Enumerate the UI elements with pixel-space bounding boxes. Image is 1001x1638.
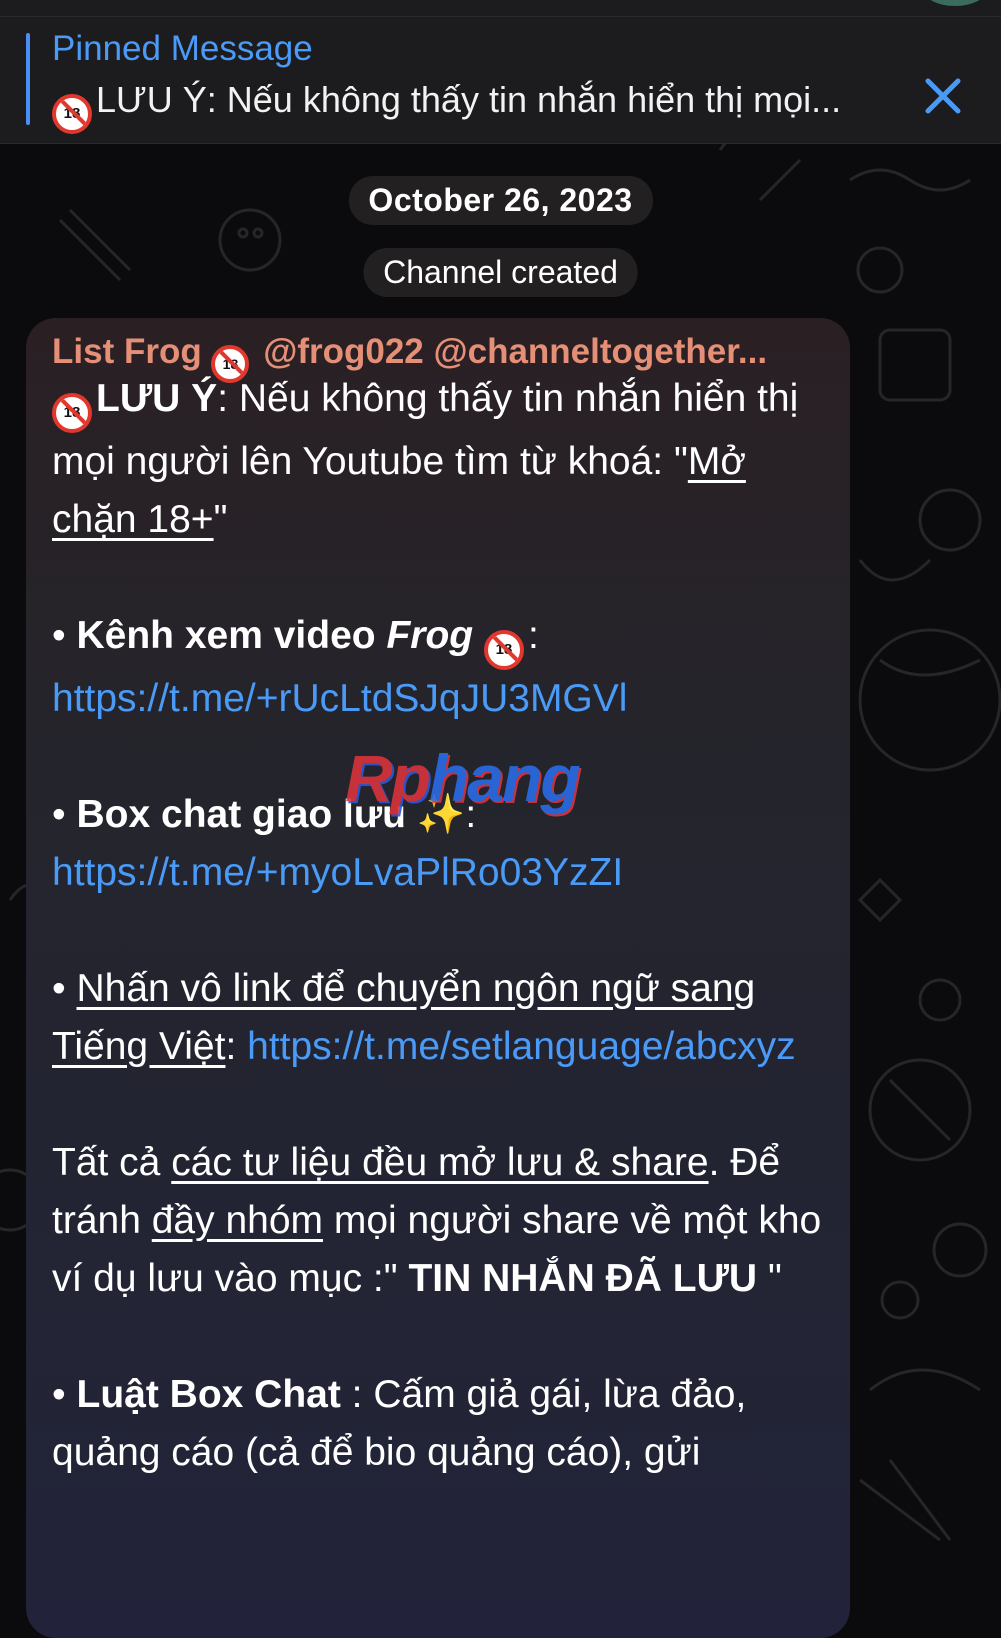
top-bar-edge bbox=[0, 0, 1001, 17]
no-under-18-icon: 18 bbox=[52, 93, 92, 134]
pinned-accent-bar bbox=[26, 33, 30, 125]
pinned-message-banner[interactable]: Pinned Message 18 LƯU Ý: Nếu không thấy t… bbox=[0, 17, 1001, 144]
box-chat-link[interactable]: https://t.me/+myoLvaPlRo03YzZI bbox=[52, 851, 623, 894]
video-channel-link[interactable]: https://t.me/+rUcLtdSJqJU3MGVl bbox=[52, 677, 627, 720]
message-paragraph-language: • Nhấn vô link để chuyển ngôn ngữ sang T… bbox=[52, 967, 796, 1068]
message-paragraph-video-channel: • Kênh xem video Frog 18: https://t.me/+… bbox=[52, 614, 628, 720]
message-text: 18 LƯU Ý: Nếu không thấy tin nhắn hiển th… bbox=[52, 370, 832, 1482]
message-bubble[interactable]: List Frog 18 @frog022 @channeltogether..… bbox=[26, 318, 850, 1638]
message-paragraph-note: 18 LƯU Ý: Nếu không thấy tin nhắn hiển th… bbox=[52, 377, 799, 541]
sender-handles: @frog022 @channeltogether... bbox=[263, 332, 768, 371]
pinned-preview: 18 LƯU Ý: Nếu không thấy tin nhắn hiển th… bbox=[52, 79, 912, 134]
service-message: Channel created bbox=[363, 248, 638, 297]
message-paragraph-rules: • Luật Box Chat : Cấm giả gái, lừa đảo, … bbox=[52, 1373, 747, 1474]
date-separator: October 26, 2023 bbox=[348, 176, 653, 225]
set-language-link[interactable]: https://t.me/setlanguage/abcxyz bbox=[247, 1025, 795, 1068]
pinned-preview-text: LƯU Ý: Nếu không thấy tin nhắn hiển thị … bbox=[96, 79, 842, 120]
pinned-title: Pinned Message bbox=[52, 29, 313, 68]
message-paragraph-share: Tất cả các tư liệu đều mở lưu & share. Đ… bbox=[52, 1141, 822, 1300]
sender-name: List Frog bbox=[52, 332, 202, 371]
no-under-18-icon: 18 bbox=[52, 393, 92, 433]
avatar[interactable] bbox=[923, 0, 987, 6]
close-icon[interactable] bbox=[920, 73, 966, 119]
no-under-18-icon: 18 bbox=[483, 630, 524, 670]
watermark-logo: Rphang bbox=[345, 741, 581, 815]
